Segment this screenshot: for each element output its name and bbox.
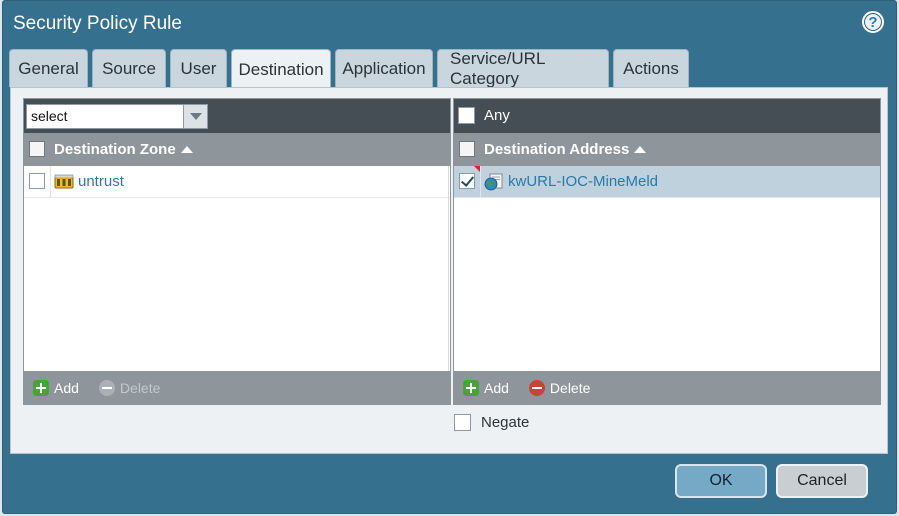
address-panel-footer: Add Delete (454, 371, 880, 404)
zone-panel-footer: Add Delete (24, 371, 450, 404)
address-link-kwurl-ioc-minemeld[interactable]: kwURL-IOC-MineMeld (508, 173, 658, 190)
delete-icon (528, 379, 545, 396)
select-all-zones-checkbox[interactable] (29, 141, 45, 157)
security-policy-rule-dialog: Security Policy Rule ? General Source Us… (2, 0, 897, 514)
add-icon (463, 379, 479, 396)
help-icon[interactable]: ? (862, 11, 884, 33)
add-icon (33, 379, 49, 396)
zone-panel-toolbar: select (24, 99, 450, 133)
address-panel-toolbar: Any (454, 99, 880, 133)
tab-destination[interactable]: Destination (231, 49, 331, 89)
destination-zone-panel: select Destination Zone untrust Add Dele… (23, 98, 451, 405)
destination-zone-header-label: Destination Zone (54, 141, 176, 158)
external-dynamic-list-icon (484, 173, 503, 191)
delete-address-button[interactable]: Delete (528, 379, 590, 396)
tab-user[interactable]: User (170, 49, 227, 87)
tab-content-destination: select Destination Zone untrust Add Dele… (10, 87, 888, 454)
address-row-checkbox[interactable] (459, 173, 475, 189)
tab-general[interactable]: General (9, 49, 88, 87)
tab-source[interactable]: Source (92, 49, 166, 87)
zone-select-value: select (31, 108, 68, 124)
negate-label: Negate (481, 414, 530, 431)
tab-application[interactable]: Application (335, 49, 433, 87)
zone-link-untrust[interactable]: untrust (78, 173, 124, 190)
any-label: Any (484, 107, 510, 124)
zone-select-dropdown[interactable]: select (26, 104, 208, 129)
tab-bar: General Source User Destination Applicat… (9, 49, 689, 89)
any-checkbox[interactable] (458, 107, 475, 124)
delete-zone-button[interactable]: Delete (98, 379, 160, 396)
negate-checkbox[interactable] (454, 414, 471, 431)
destination-address-panel: Any Destination Address kwURL-IOC-MineMe… (453, 98, 881, 405)
delete-icon (98, 379, 115, 396)
sort-ascending-icon[interactable] (634, 146, 647, 153)
zone-icon (54, 174, 74, 189)
destination-address-header-label: Destination Address (484, 141, 630, 158)
add-zone-button[interactable]: Add (33, 379, 79, 396)
chevron-down-icon[interactable] (183, 105, 207, 128)
ok-button[interactable]: OK (675, 464, 767, 498)
sort-ascending-icon[interactable] (180, 146, 193, 153)
destination-address-column-header[interactable]: Destination Address (454, 133, 880, 166)
destination-zone-column-header[interactable]: Destination Zone (24, 133, 450, 166)
tab-service-url-category[interactable]: Service/URL Category (437, 49, 609, 88)
cancel-button[interactable]: Cancel (776, 464, 868, 498)
table-row[interactable]: kwURL-IOC-MineMeld (454, 166, 880, 198)
tab-actions[interactable]: Actions (613, 49, 689, 87)
zone-row-checkbox[interactable] (29, 173, 45, 189)
dialog-title: Security Policy Rule (13, 13, 182, 34)
add-address-button[interactable]: Add (463, 379, 509, 396)
negate-option: Negate (454, 414, 529, 431)
table-row[interactable]: untrust (24, 166, 450, 198)
select-all-addresses-checkbox[interactable] (459, 141, 475, 157)
